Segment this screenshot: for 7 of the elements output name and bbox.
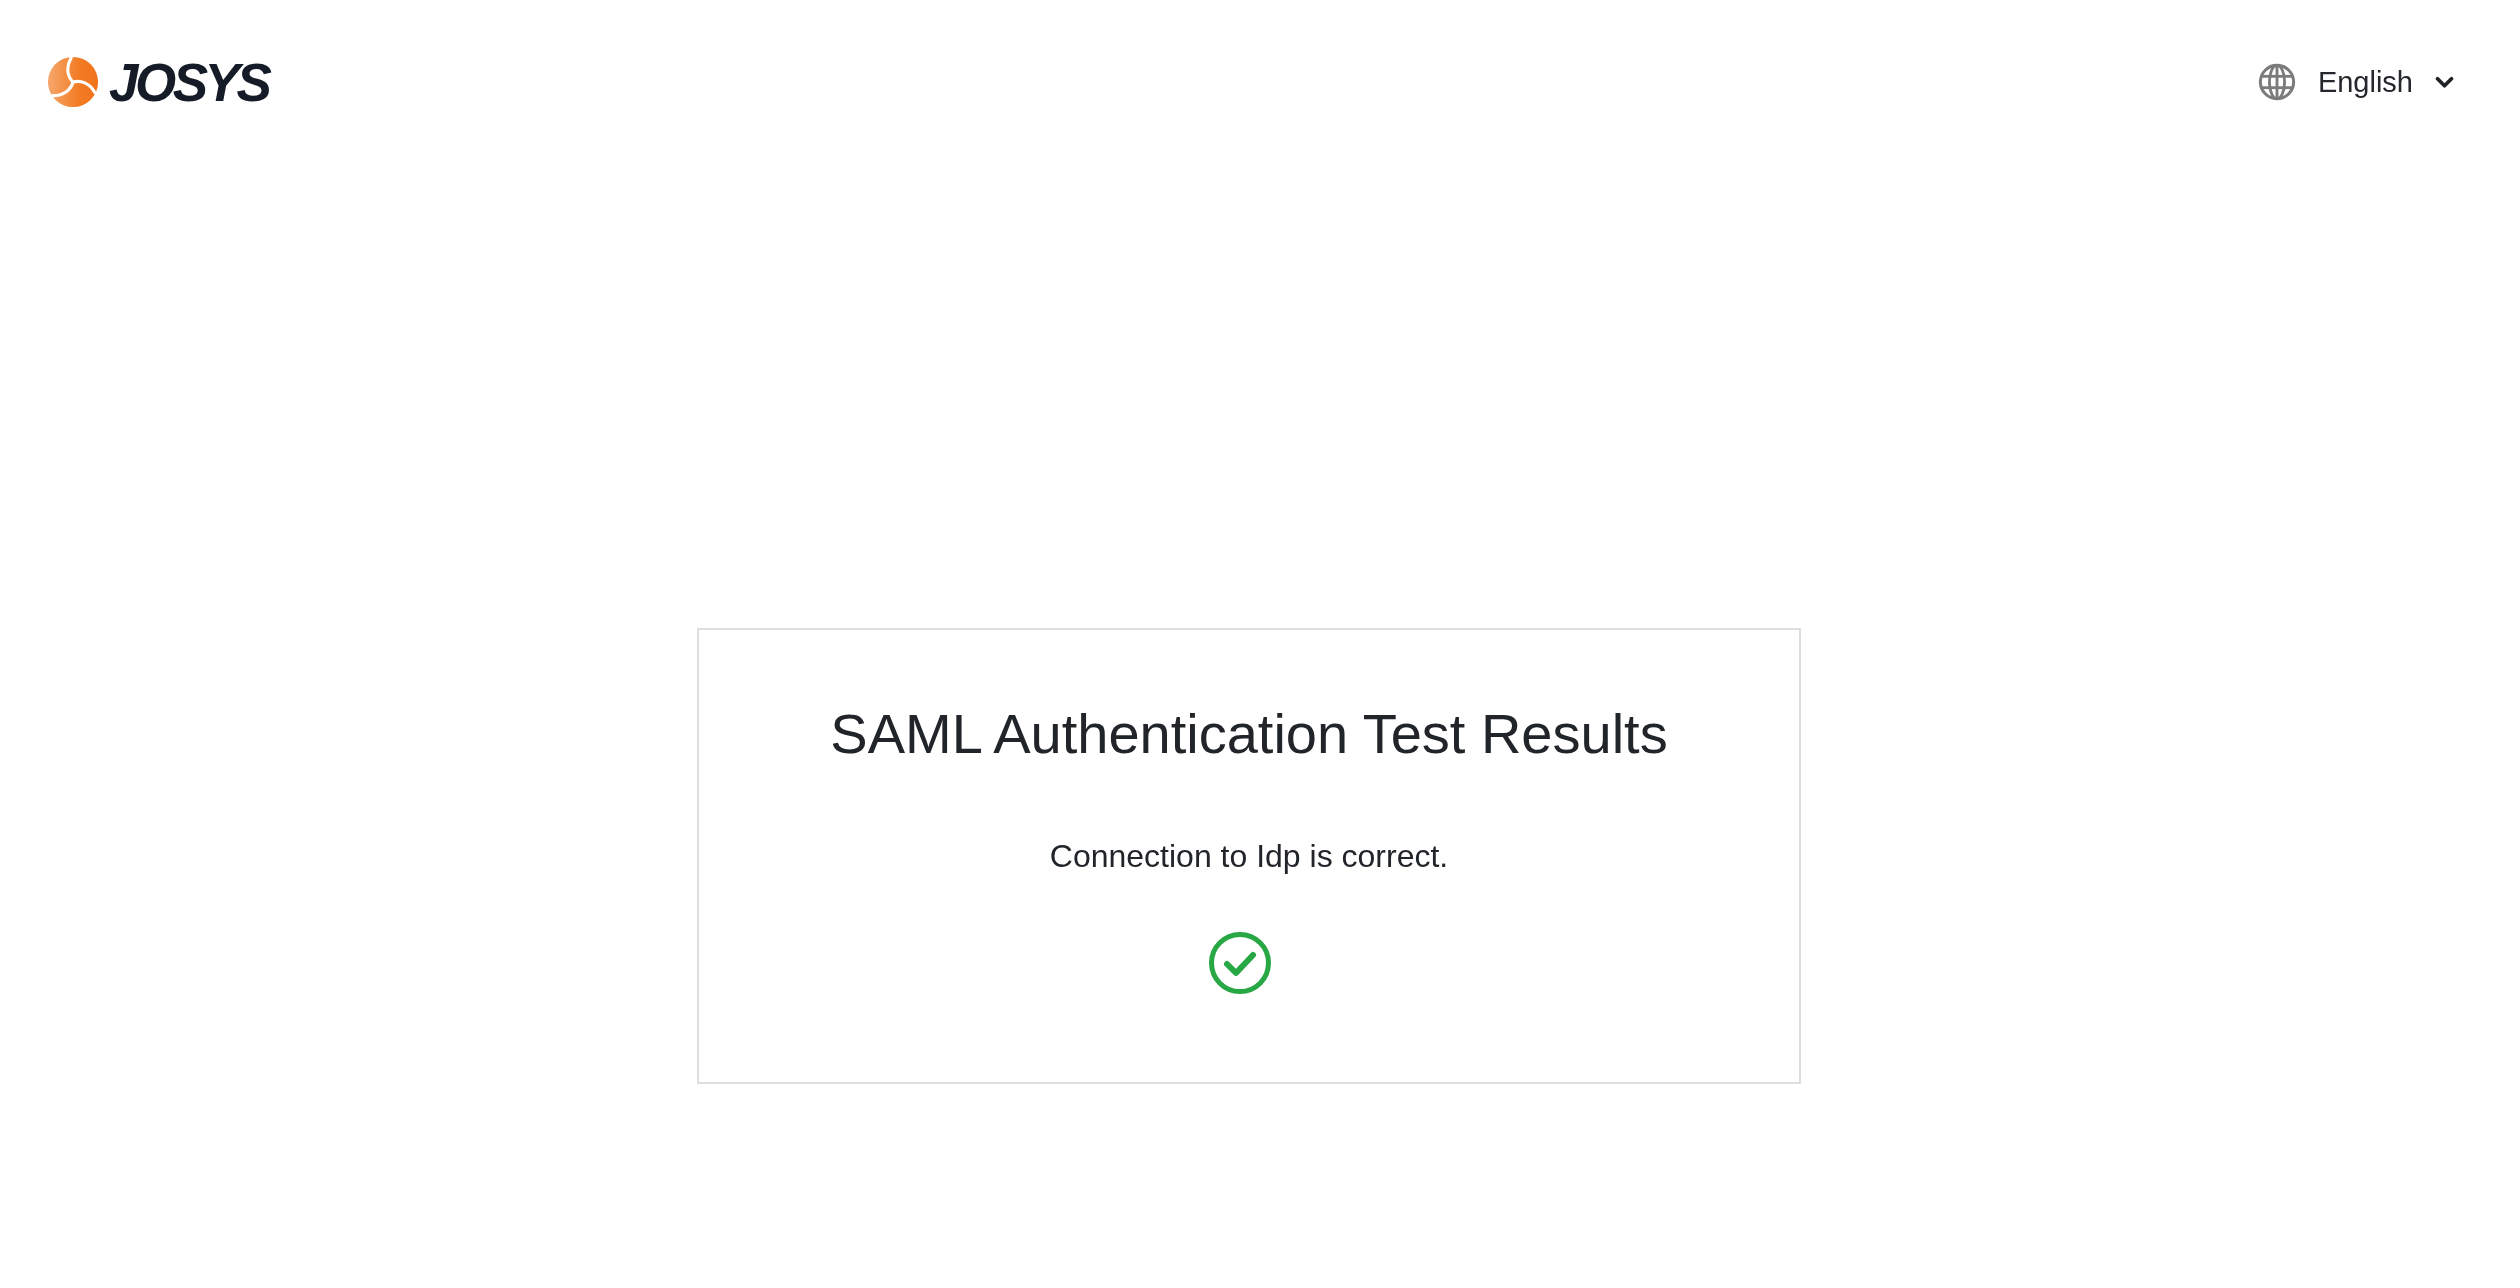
logo-wordmark: JOSYS bbox=[109, 55, 269, 109]
globe-icon bbox=[2257, 63, 2296, 101]
chevron-down-icon bbox=[2435, 75, 2454, 89]
language-selector[interactable]: English bbox=[2257, 63, 2454, 101]
swirl-logo-icon bbox=[45, 56, 101, 108]
card-title: SAML Authentication Test Results bbox=[830, 706, 1668, 762]
result-message: Connection to Idp is correct. bbox=[1049, 840, 1449, 872]
